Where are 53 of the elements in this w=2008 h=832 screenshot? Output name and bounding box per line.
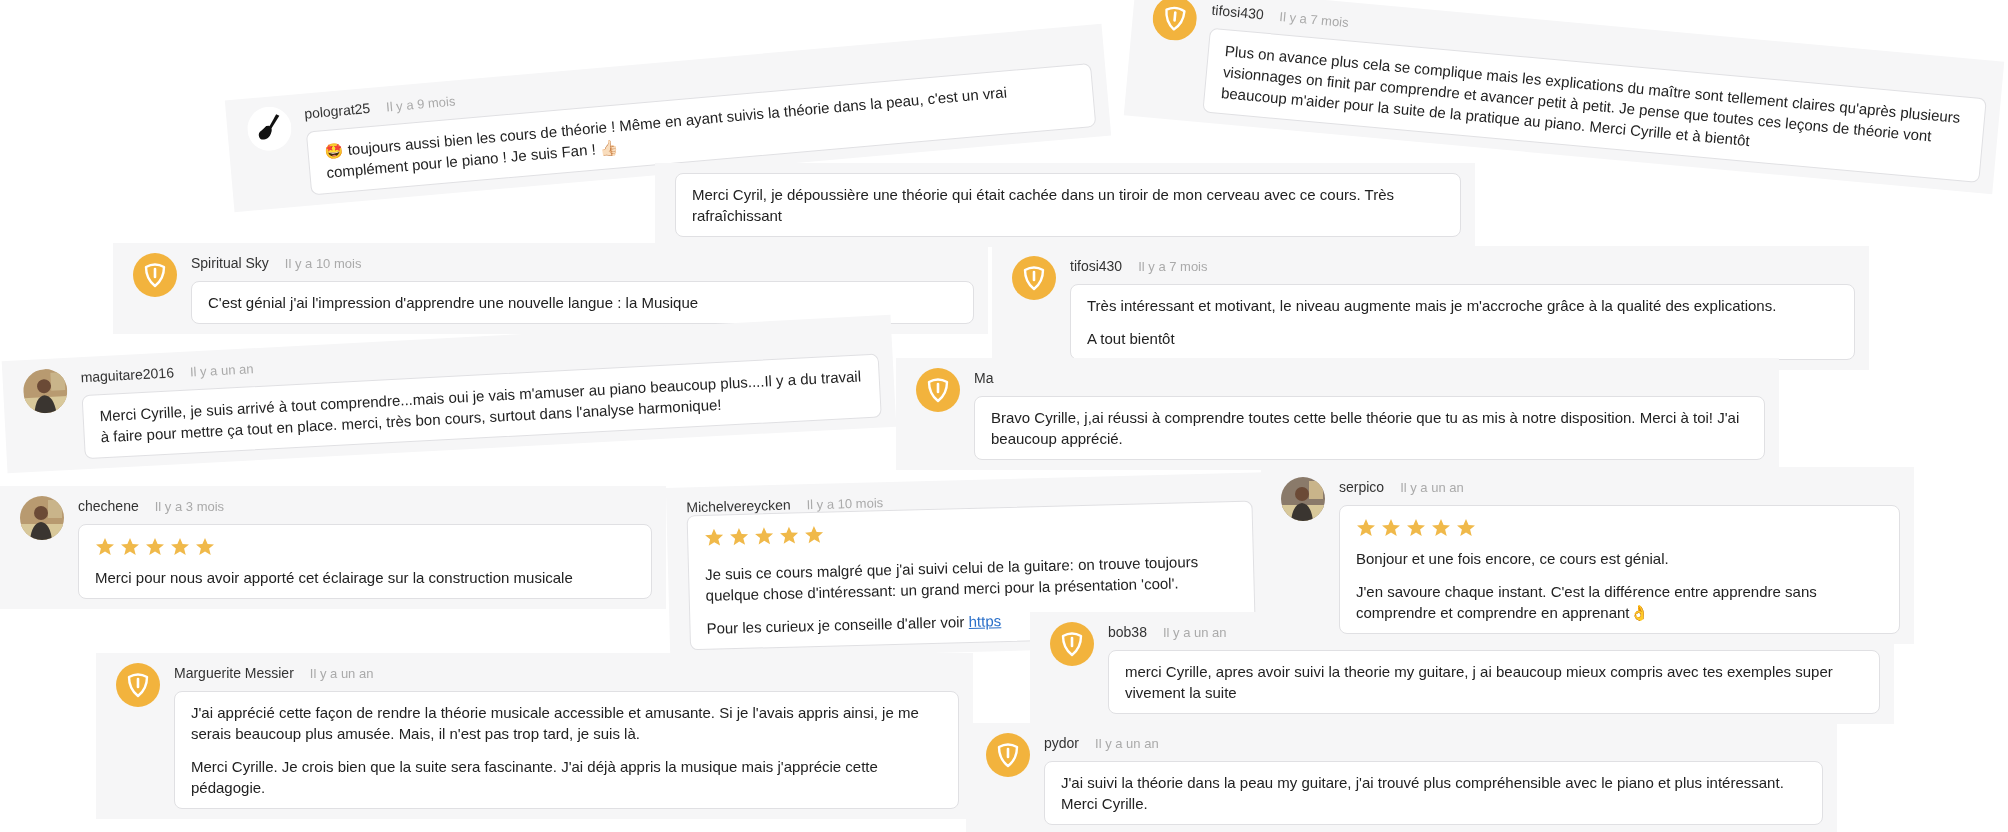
star-icon <box>195 537 215 557</box>
star-icon <box>1356 518 1376 538</box>
timestamp: Il y a 7 mois <box>1138 259 1208 274</box>
star-icon <box>728 526 750 548</box>
comment-text: Très intéressant et motivant, le niveau augmente mais je m'accroche grâce à la qualité des explications. <box>1087 296 1778 316</box>
author-name: polograt25 <box>303 99 371 122</box>
star-icon <box>1406 518 1426 538</box>
timestamp: Il y a 9 mois <box>385 93 456 115</box>
author-name: Michelvereycken <box>686 496 791 516</box>
timestamp: Il y a 7 mois <box>1278 8 1350 31</box>
comment-text: Merci Cyrille. Je crois bien que la suite sera fascinante. J'ai déjà appris la musique mais j'apprécie cette pédagogie. <box>191 757 879 798</box>
author-name: Ma <box>974 370 994 386</box>
timestamp: Il y a un an <box>309 666 374 681</box>
timestamp: Il y a 10 mois <box>284 256 362 271</box>
timestamp: Il y a un an <box>189 361 254 380</box>
comment-text: Bonjour et une fois encore, ce cours est génial. <box>1356 549 1670 569</box>
star-icon <box>803 524 825 546</box>
timestamp: Il y a 10 mois <box>806 495 884 513</box>
star-icon <box>120 537 140 557</box>
star-icon <box>1431 518 1451 538</box>
comment-text: J'en savoure chaque instant. C'est la différence entre apprendre sans comprendre et comprendre en apprenant👌 <box>1356 582 1818 623</box>
comment-text: Merci Cyril, je dépoussière une théorie qui était cachée dans un tiroir de mon cerveau avec ce cours. Très rafraîchissant <box>692 185 1396 226</box>
star-icon <box>753 526 775 547</box>
author-name: bob38 <box>1108 624 1147 640</box>
star-icon <box>170 537 190 557</box>
star-icon <box>1456 518 1476 538</box>
author-name: tifosi430 <box>1070 258 1123 274</box>
comment-text: merci Cyrille, apres avoir suivi la theorie my guitare, j ai beaucoup mieux compris avec tes exemples super vivement la suite <box>1125 662 1834 703</box>
author-name: Spiritual Sky <box>191 255 269 271</box>
timestamp: Il y a un an <box>1095 736 1159 751</box>
comment-text: C'est génial j'ai l'impression d'apprendre une nouvelle langue : la Musique <box>208 293 700 313</box>
author-name: Marguerite Messier <box>174 665 294 681</box>
star-icon <box>1381 518 1401 538</box>
comment-text: Bravo Cyrille, j,ai réussi à comprendre toutes cette belle théorie que tu as mis à notre disposition. Merci à toi! J'ai beaucoup apprécié. <box>991 408 1741 449</box>
author-name: serpico <box>1339 479 1385 495</box>
timestamp: Il y a 3 mois <box>154 499 225 514</box>
author-name: tifosi430 <box>1210 1 1265 23</box>
comment-text: J'ai apprécié cette façon de rendre la théorie musicale accessible et amusante. Si je l'avais appris ainsi, je me serais beaucoup plus amusée. Mais, il n'est pas trop tard, je suis là. <box>191 703 920 744</box>
star-icon <box>778 525 800 546</box>
author-name: pydor <box>1044 735 1080 751</box>
star-icon <box>703 527 725 548</box>
author-name: maguitare2016 <box>80 364 175 386</box>
comment-text: A tout bientôt <box>1087 329 1176 349</box>
link[interactable]: https <box>968 612 1002 630</box>
comment-text: J'ai suivi la théorie dans la peau my guitare, j'ai trouvé plus compréhensible avec le piano et plus intéressant. Merci Cyrille. <box>1061 773 1785 814</box>
star-icon <box>145 537 165 557</box>
comment-text: Je suis ce cours malgré que j'ai suivi celui de la guitare: on trouve toujours quelque chose d'intéressant: un grand merci pour la présentation 'cool'. <box>704 552 1200 606</box>
comment-text: Plus on avance plus cela se complique mais les explications du maître sont tellement claires qu'après plusieurs visionnages on finit par comprendre et avancer petit à petit. Je pense que toutes ces leçons de théorie vont beaucoup m'aider pour la suite de la pratique au piano. Merci Cyrille et à bientôt <box>1220 41 1962 151</box>
timestamp: Il y a un an <box>1162 625 1227 640</box>
timestamp: Il y a un an <box>1400 480 1464 495</box>
comment-text: Merci pour nous avoir apporté cet éclairage sur la construction musicale <box>95 568 574 588</box>
author-name: chechene <box>78 498 139 514</box>
star-icon <box>95 537 115 557</box>
